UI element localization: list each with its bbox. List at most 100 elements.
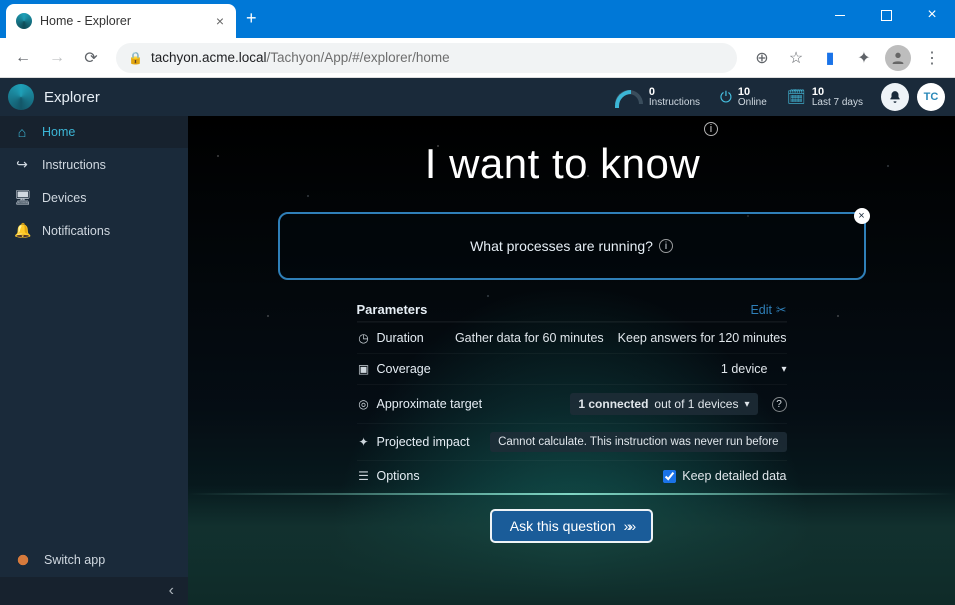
new-tab-button[interactable]: +: [246, 8, 257, 29]
sidebar-label-instructions: Instructions: [42, 158, 106, 172]
target-info-icon[interactable]: ?: [772, 397, 787, 412]
chat-icon[interactable]: ▮: [815, 43, 845, 73]
reload-button[interactable]: ⟳: [76, 43, 106, 73]
send-icon: ↪: [14, 156, 30, 173]
chevron-left-icon: ‹: [169, 582, 174, 600]
period-value: 10: [812, 87, 863, 98]
question-input[interactable]: What processes are running? i ×: [278, 212, 866, 280]
target-connected: 1 connected: [578, 397, 648, 411]
browser-tab[interactable]: Home - Explorer ×: [6, 4, 236, 38]
target-icon: ◎: [357, 397, 371, 411]
duration-keep: Keep answers for 120 minutes: [618, 331, 787, 345]
close-window-button[interactable]: ×: [909, 0, 955, 30]
app-header: Explorer 0Instructions ⏻ 10Online 🗓 10La…: [0, 78, 955, 116]
home-icon: ⌂: [14, 124, 30, 140]
keep-detailed-label: Keep detailed data: [682, 469, 786, 483]
hero-info-icon[interactable]: i: [704, 122, 718, 136]
coverage-value: 1 device: [721, 362, 768, 376]
minimize-button[interactable]: [817, 0, 863, 30]
scissors-icon: ✂: [776, 302, 786, 317]
calendar-icon: 🗓: [787, 88, 806, 106]
question-clear-button[interactable]: ×: [854, 208, 870, 224]
app-title: Explorer: [44, 89, 100, 106]
sidebar-item-devices[interactable]: 🖥Devices: [0, 181, 188, 214]
online-stat[interactable]: ⏻ 10Online: [710, 83, 777, 112]
parameters-panel: Parameters Edit ✂ ◷ Duration Gather data …: [357, 298, 787, 491]
param-row-coverage: ▣ Coverage 1 device ▾: [357, 353, 787, 384]
period-label: Last 7 days: [812, 98, 863, 108]
impact-value: Cannot calculate. This instruction was n…: [490, 432, 786, 452]
notifications-button[interactable]: [881, 83, 909, 111]
avatar-icon: [885, 45, 911, 71]
switch-app-button[interactable]: Switch app: [0, 543, 188, 577]
impact-label: Projected impact: [377, 435, 470, 449]
app-logo-icon: [8, 84, 34, 110]
sidebar-collapse-button[interactable]: ‹: [0, 577, 188, 605]
duration-gather: Gather data for 60 minutes: [455, 331, 604, 345]
gauge-icon: [615, 90, 643, 104]
wand-icon: ✦: [357, 435, 371, 449]
power-icon: ⏻: [720, 89, 732, 106]
online-label: Online: [738, 98, 767, 108]
instructions-stat[interactable]: 0Instructions: [605, 83, 710, 112]
bell-icon: [888, 90, 902, 104]
url-path: /Tachyon/App/#/explorer/home: [267, 50, 450, 65]
arrows-icon: »»: [624, 518, 634, 534]
clock-icon: ◷: [357, 331, 371, 345]
coverage-icon: ▣: [357, 362, 371, 376]
period-stat[interactable]: 🗓 10Last 7 days: [777, 83, 873, 112]
tab-title: Home - Explorer: [40, 14, 131, 28]
main-content: I want to knowi What processes are runni…: [188, 116, 955, 605]
browser-toolbar: ← → ⟳ 🔒 tachyon.acme.local/Tachyon/App/#…: [0, 38, 955, 78]
bell-outline-icon: 🔔: [14, 222, 30, 239]
coverage-dropdown[interactable]: 1 device ▾: [721, 362, 787, 376]
user-avatar[interactable]: TC: [917, 83, 945, 111]
devices-icon: 🖥: [14, 189, 30, 206]
switch-app-icon: [14, 551, 32, 569]
target-label: Approximate target: [377, 397, 483, 411]
question-text: What processes are running?: [470, 238, 653, 254]
window-titlebar: Home - Explorer × + ×: [0, 0, 955, 38]
user-initials: TC: [924, 91, 939, 103]
tab-close-button[interactable]: ×: [216, 13, 224, 29]
app-root: Explorer 0Instructions ⏻ 10Online 🗓 10La…: [0, 78, 955, 605]
forward-button[interactable]: →: [42, 43, 72, 73]
question-info-icon[interactable]: i: [659, 239, 673, 253]
list-icon: ☰: [357, 469, 371, 483]
horizon-decoration: [188, 485, 955, 605]
param-row-target: ◎ Approximate target 1 connected out of 1…: [357, 384, 787, 423]
sidebar-item-notifications[interactable]: 🔔Notifications: [0, 214, 188, 247]
bookmark-icon[interactable]: ☆: [781, 43, 811, 73]
online-value: 10: [738, 87, 767, 98]
chevron-down-icon: ▾: [744, 399, 749, 410]
parameters-title: Parameters: [357, 302, 428, 317]
window-controls: ×: [817, 0, 955, 30]
back-button[interactable]: ←: [8, 43, 38, 73]
instructions-label: Instructions: [649, 98, 700, 108]
keep-detailed-input[interactable]: [663, 470, 676, 483]
ask-question-button[interactable]: Ask this question»»: [490, 509, 653, 543]
duration-label: Duration: [377, 331, 424, 345]
glow-decoration: [188, 493, 955, 495]
lock-icon: 🔒: [128, 51, 143, 65]
switch-app-label: Switch app: [44, 553, 105, 567]
hero-title: I want to knowi: [188, 116, 955, 188]
chevron-down-icon: ▾: [781, 364, 786, 375]
sidebar-item-home[interactable]: ⌂Home: [0, 116, 188, 148]
sidebar-item-instructions[interactable]: ↪ Instructions: [0, 148, 188, 181]
keep-detailed-checkbox[interactable]: Keep detailed data: [663, 469, 786, 483]
profile-button[interactable]: [883, 43, 913, 73]
target-dropdown[interactable]: 1 connected out of 1 devices▾: [570, 393, 757, 415]
favicon-icon: [16, 13, 32, 29]
url-domain: tachyon.acme.local: [151, 50, 267, 65]
browser-menu-button[interactable]: ⋮: [917, 43, 947, 73]
address-bar[interactable]: 🔒 tachyon.acme.local/Tachyon/App/#/explo…: [116, 43, 737, 73]
edit-parameters-button[interactable]: Edit ✂: [750, 302, 786, 317]
coverage-label: Coverage: [377, 362, 431, 376]
extensions-icon[interactable]: ✦: [849, 43, 879, 73]
param-row-options: ☰Options Keep detailed data: [357, 460, 787, 491]
instructions-value: 0: [649, 87, 700, 98]
zoom-icon[interactable]: ⊕: [747, 43, 777, 73]
maximize-button[interactable]: [863, 0, 909, 30]
param-row-impact: ✦ Projected impact Cannot calculate. This…: [357, 423, 787, 460]
